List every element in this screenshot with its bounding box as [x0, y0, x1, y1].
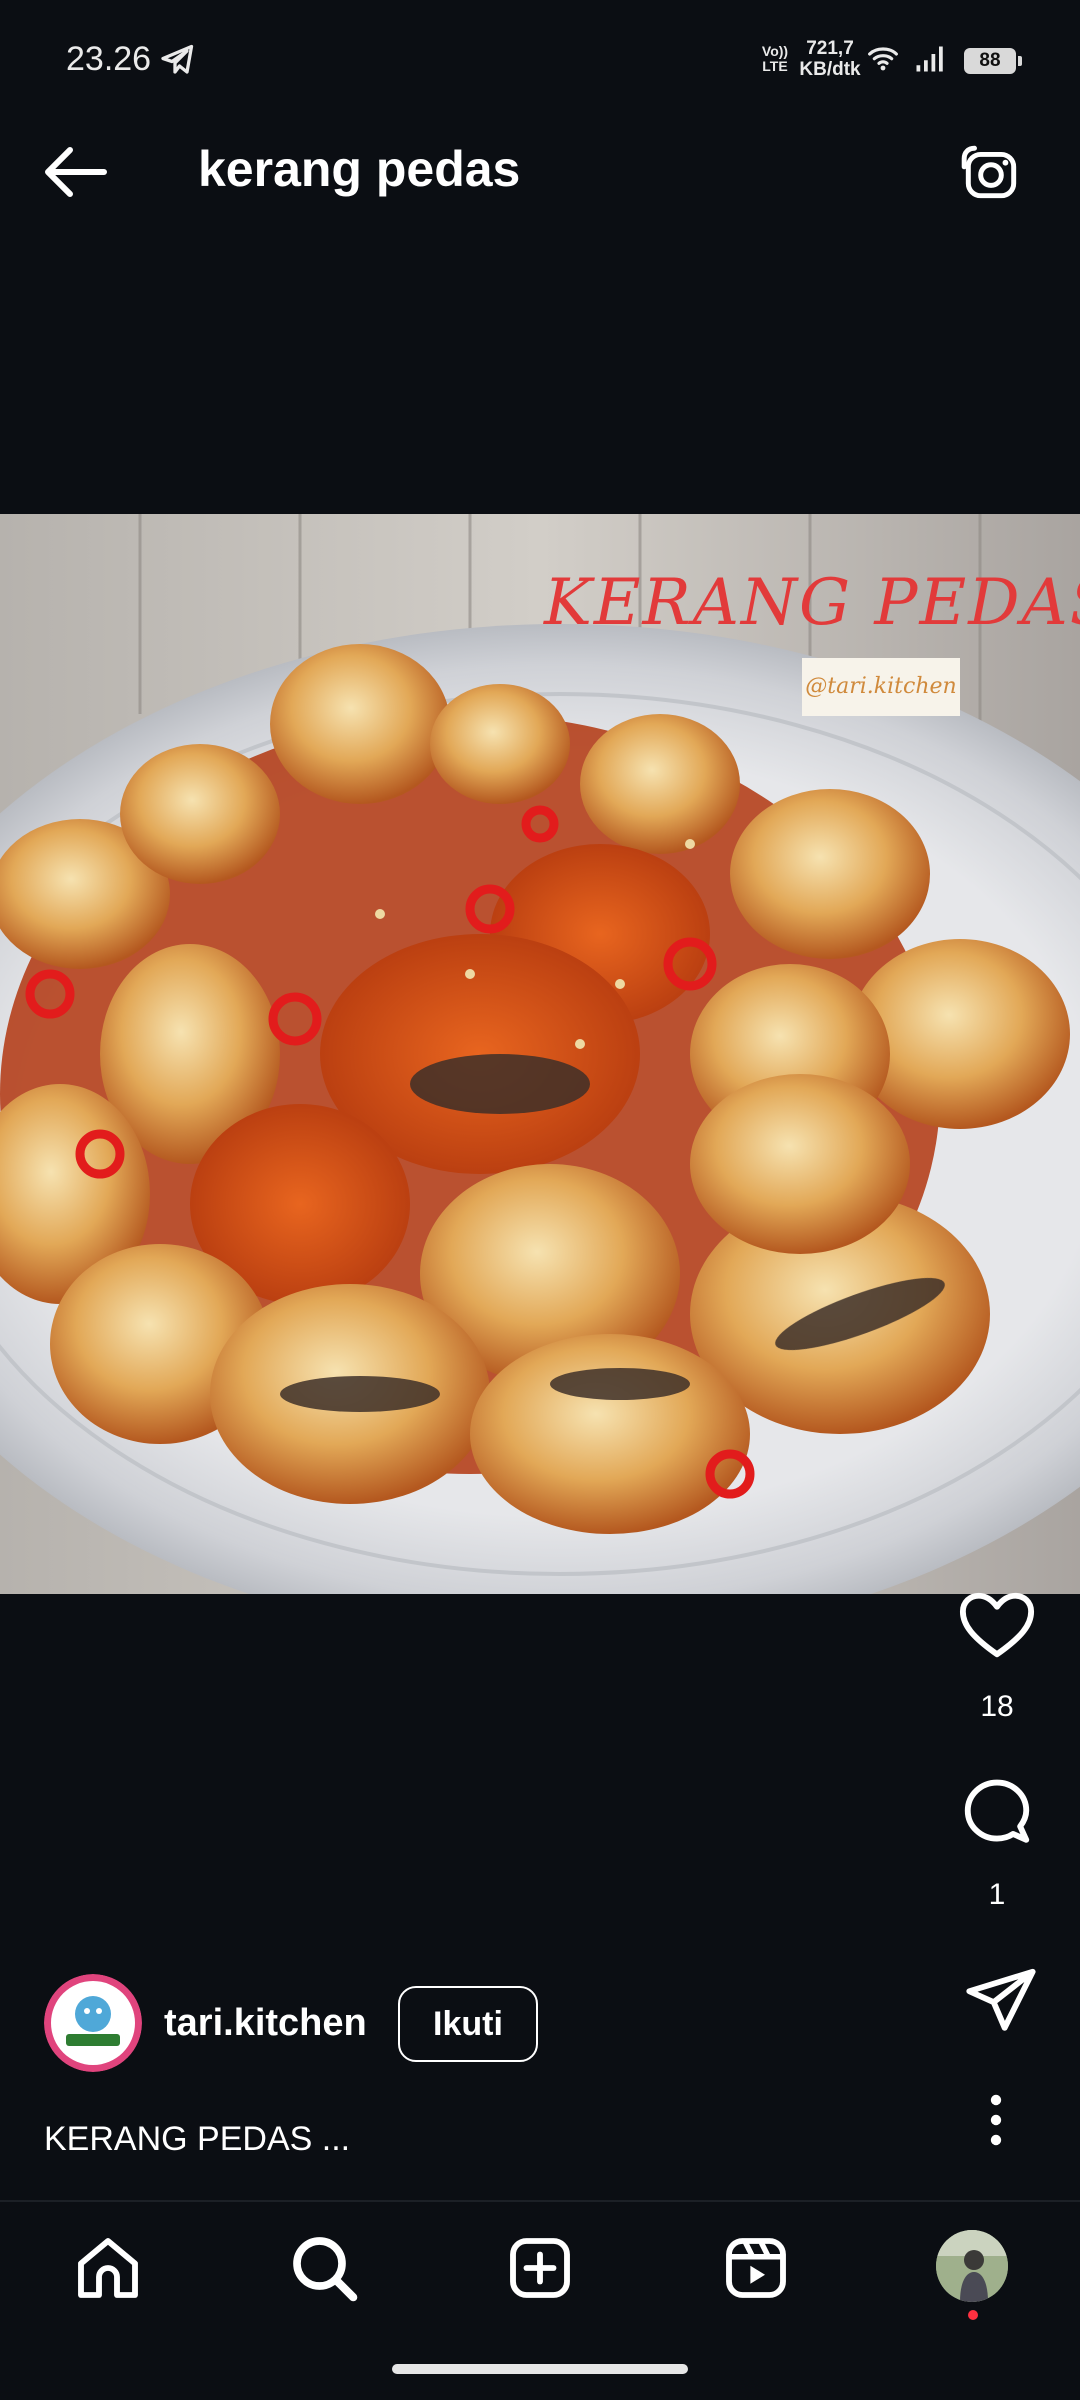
home-indicator-bar[interactable]	[392, 2364, 688, 2374]
battery-icon: 88	[964, 48, 1022, 74]
author-avatar[interactable]	[44, 1974, 142, 2072]
network-speed-unit: KB/dtk	[799, 59, 861, 80]
photo-overlay-title: KERANG PEDAS	[544, 566, 1080, 640]
photo-overlay-tag: @tari.kitchen	[802, 658, 960, 716]
arrow-left-icon[interactable]	[44, 146, 108, 198]
heart-icon[interactable]	[958, 1586, 1036, 1664]
comment-count: 1	[988, 1878, 1006, 1911]
wifi-icon	[868, 47, 898, 71]
author-username[interactable]: tari.kitchen	[164, 2002, 367, 2045]
post-photo[interactable]: KERANG PEDAS @tari.kitchen	[0, 514, 1080, 1594]
post-caption[interactable]: KERANG PEDAS ...	[44, 2120, 350, 2159]
search-icon[interactable]	[288, 2232, 360, 2304]
camera-icon[interactable]	[958, 140, 1024, 206]
network-speed-value: 721,7	[806, 38, 854, 59]
author-avatar-image	[44, 1974, 142, 2072]
telegram-icon	[161, 44, 194, 74]
signal-icon	[916, 46, 943, 72]
share-icon[interactable]	[962, 1962, 1040, 2040]
like-count: 18	[980, 1690, 1014, 1723]
volte-indicator: Vo)) LTE	[760, 44, 790, 74]
profile-avatar-image	[936, 2230, 1008, 2302]
status-time: 23.26	[66, 40, 152, 78]
more-options-icon[interactable]	[976, 2092, 1016, 2148]
network-speed: 721,7 KB/dtk	[798, 38, 862, 80]
comment-icon[interactable]	[958, 1774, 1036, 1852]
volte-line1: Vo))	[761, 43, 789, 59]
status-bar: 23.26 Vo)) LTE 721,7 KB/dtk 88	[0, 0, 1080, 92]
home-icon[interactable]	[72, 2232, 144, 2304]
create-icon[interactable]	[504, 2232, 576, 2304]
notification-dot	[968, 2310, 978, 2320]
profile-avatar[interactable]	[936, 2230, 1008, 2302]
page-title: kerang pedas	[198, 141, 521, 197]
follow-button[interactable]: Ikuti	[398, 1986, 538, 2062]
reels-icon[interactable]	[720, 2232, 792, 2304]
volte-line2: LTE	[762, 58, 788, 74]
